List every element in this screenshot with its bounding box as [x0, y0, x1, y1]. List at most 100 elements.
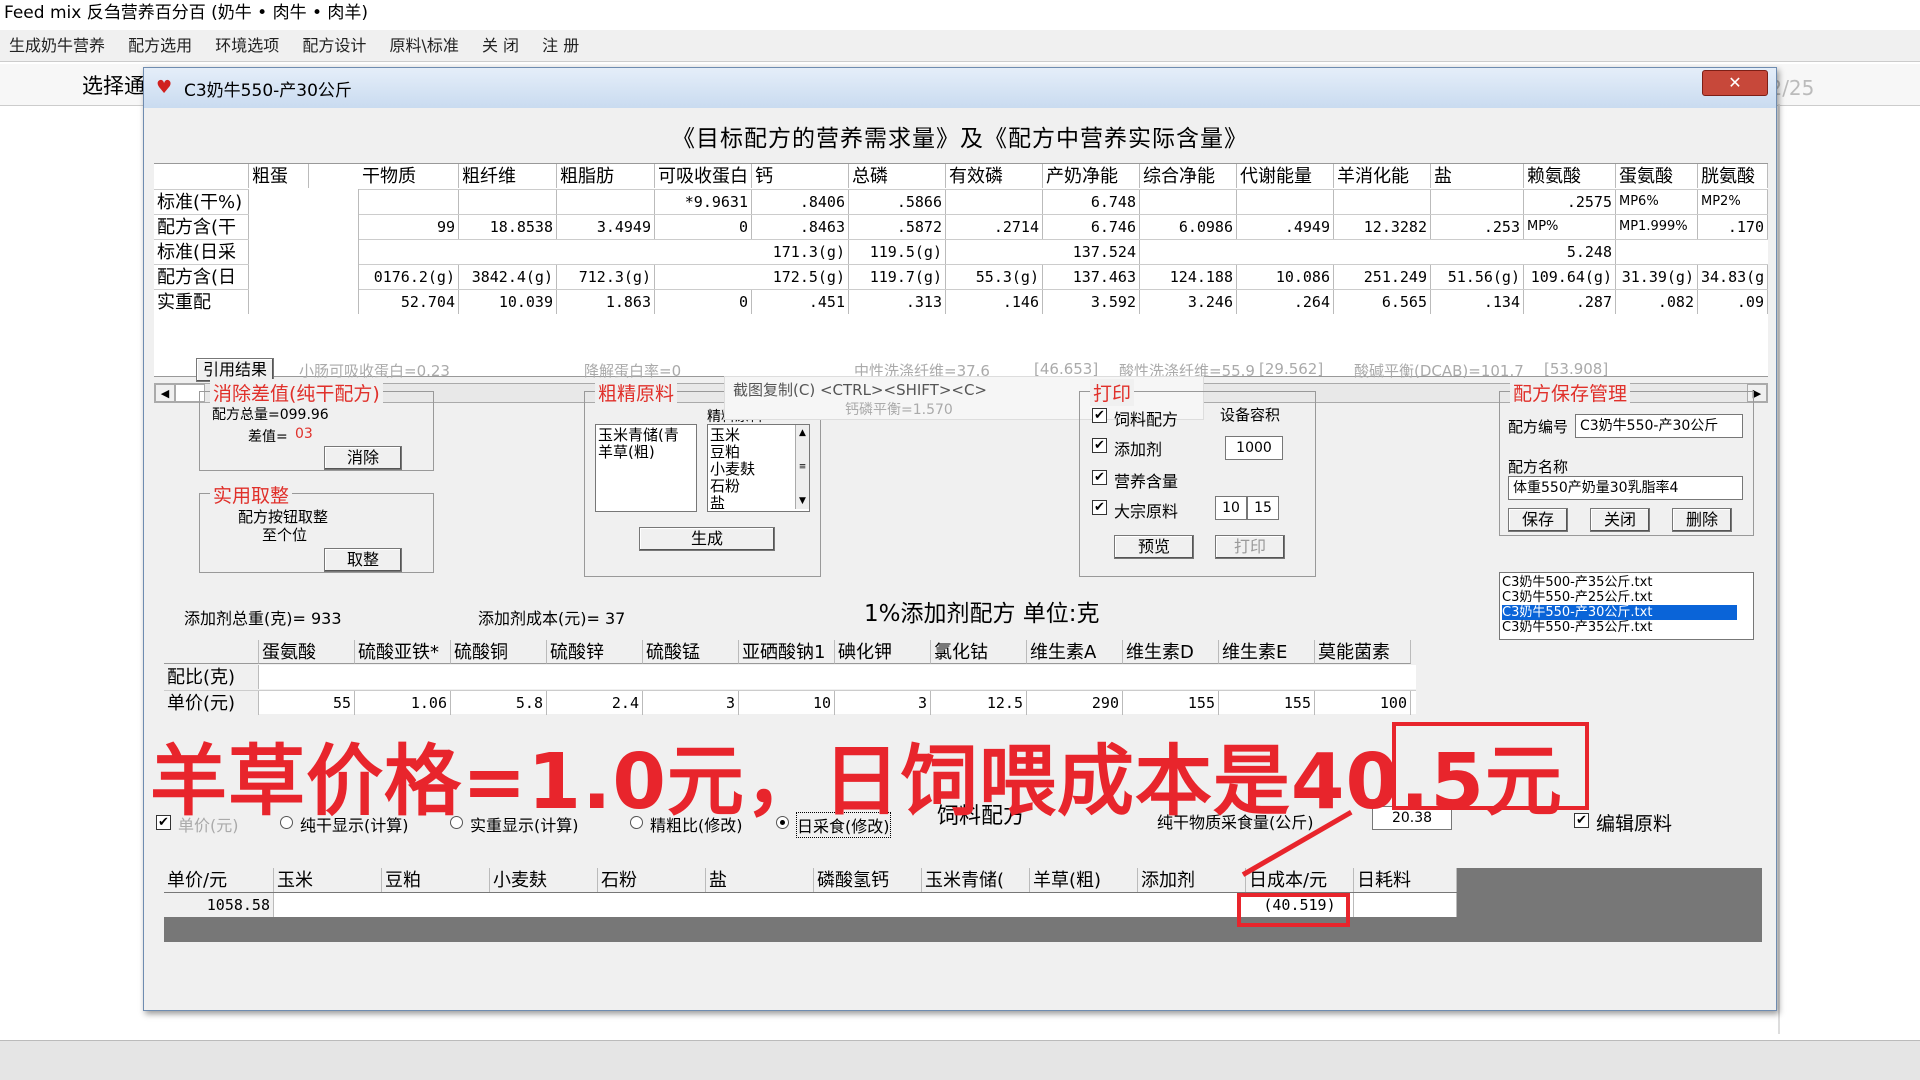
- price-cell[interactable]: 5.8: [451, 691, 547, 715]
- grid-cell[interactable]: 12.3282: [1334, 215, 1431, 239]
- grid-cell[interactable]: 0: [655, 290, 752, 314]
- grid-cell[interactable]: 52.704: [359, 290, 459, 314]
- price-cell[interactable]: 2.4: [547, 691, 643, 715]
- menu-register[interactable]: 注 册: [542, 30, 579, 62]
- round-button[interactable]: 取整: [324, 548, 402, 572]
- grid-cell[interactable]: MP2%: [1698, 190, 1768, 214]
- menu-formula-design[interactable]: 配方设计: [302, 30, 366, 62]
- coarse-list[interactable]: 玉米青储(青 羊草(粗): [595, 424, 697, 512]
- grid-cell[interactable]: [557, 190, 655, 214]
- grid-cell[interactable]: 712.3(g): [557, 265, 655, 289]
- grid-cell[interactable]: *9.9631: [655, 190, 752, 214]
- list-item[interactable]: C3奶牛550-产35公斤.txt: [1502, 620, 1751, 635]
- grid-cell[interactable]: .170: [1698, 215, 1768, 239]
- grid-cell[interactable]: 119.5(g): [849, 240, 946, 264]
- menu-formula-select[interactable]: 配方选用: [128, 30, 192, 62]
- grid-cell[interactable]: 10.039: [459, 290, 557, 314]
- list-item[interactable]: 石粉: [710, 478, 807, 495]
- grid-cell[interactable]: 137.463: [1043, 265, 1140, 289]
- grid-cell[interactable]: 0: [655, 215, 752, 239]
- list-item[interactable]: 盐: [710, 495, 807, 512]
- grid-cell[interactable]: 31.39(g): [1616, 265, 1698, 289]
- grid-cell[interactable]: 3842.4(g): [459, 265, 557, 289]
- grid-cell[interactable]: 51.56(g): [1431, 265, 1524, 289]
- grid-cell[interactable]: 0176.2(g): [359, 265, 459, 289]
- delete-button[interactable]: 删除: [1672, 508, 1732, 532]
- grid-cell[interactable]: 172.5(g): [752, 265, 849, 289]
- list-scrollbar[interactable]: ▲ ≡ ▼: [795, 425, 809, 509]
- formula-name-field[interactable]: 体重550产奶量30乳脂率4: [1508, 476, 1743, 500]
- grid-cell[interactable]: 6.565: [1334, 290, 1431, 314]
- list-item[interactable]: 羊草(粗): [598, 444, 694, 461]
- grid-cell[interactable]: [1431, 190, 1524, 214]
- print-n1-field[interactable]: 10: [1215, 496, 1247, 520]
- grid-cell[interactable]: [946, 190, 1043, 214]
- feed-cell[interactable]: [1354, 893, 1457, 917]
- grid-cell[interactable]: .8406: [752, 190, 849, 214]
- menu-generate[interactable]: 生成奶牛营养: [9, 30, 105, 62]
- grid-cell[interactable]: .134: [1431, 290, 1524, 314]
- grid-cell[interactable]: .5866: [849, 190, 946, 214]
- list-item[interactable]: 玉米: [710, 427, 807, 444]
- close-button[interactable]: ✕: [1702, 70, 1768, 96]
- menu-env-options[interactable]: 环境选项: [215, 30, 279, 62]
- scroll-left-icon[interactable]: ◀: [155, 384, 175, 402]
- grid-cell[interactable]: [359, 190, 459, 214]
- grid-cell[interactable]: .5872: [849, 215, 946, 239]
- price-cell[interactable]: 12.5: [931, 691, 1027, 715]
- grid-cell[interactable]: 6.746: [1043, 215, 1140, 239]
- grid-cell[interactable]: [1140, 190, 1237, 214]
- formula-no-field[interactable]: C3奶牛550-产30公斤: [1575, 414, 1743, 438]
- list-item[interactable]: 玉米青储(青: [598, 427, 694, 444]
- print-n2-field[interactable]: 15: [1247, 496, 1279, 520]
- list-item[interactable]: C3奶牛550-产25公斤.txt: [1502, 590, 1751, 605]
- grid-cell[interactable]: MP6%: [1616, 190, 1698, 214]
- grid-cell[interactable]: 34.83(g: [1698, 265, 1768, 289]
- grid-cell[interactable]: .264: [1237, 290, 1334, 314]
- save-button[interactable]: 保存: [1508, 508, 1568, 532]
- grid-cell[interactable]: 5.248: [1524, 240, 1616, 264]
- price-cell[interactable]: 1.06: [355, 691, 451, 715]
- grid-cell[interactable]: .313: [849, 290, 946, 314]
- feed-cell[interactable]: 1058.58: [164, 893, 274, 917]
- list-item[interactable]: 豆粕: [710, 444, 807, 461]
- formula-file-list[interactable]: C3奶牛500-产35公斤.txt C3奶牛550-产25公斤.txt C3奶牛…: [1499, 572, 1754, 640]
- price-cell[interactable]: 3: [643, 691, 739, 715]
- grid-cell[interactable]: .4949: [1237, 215, 1334, 239]
- menu-raw-standard[interactable]: 原料\标准: [389, 30, 458, 62]
- grid-cell[interactable]: .09: [1698, 290, 1768, 314]
- grid-cell[interactable]: .082: [1616, 290, 1698, 314]
- grid-cell[interactable]: 3.592: [1043, 290, 1140, 314]
- grid-cell[interactable]: 3.4949: [557, 215, 655, 239]
- grid-cell[interactable]: 99: [359, 215, 459, 239]
- grid-cell[interactable]: MP1.999%: [1616, 215, 1698, 239]
- grid-cell[interactable]: MP%: [1524, 215, 1616, 239]
- grid-cell[interactable]: [1334, 190, 1431, 214]
- grid-cell[interactable]: 6.748: [1043, 190, 1140, 214]
- grid-cell[interactable]: [459, 190, 557, 214]
- grid-cell[interactable]: 109.64(g): [1524, 265, 1616, 289]
- price-cell[interactable]: 55: [259, 691, 355, 715]
- grid-cell[interactable]: 137.524: [1043, 240, 1140, 264]
- fine-list[interactable]: 玉米 豆粕 小麦麸 石粉 盐 ▲ ≡ ▼: [707, 424, 810, 512]
- price-cell[interactable]: 290: [1027, 691, 1123, 715]
- grid-cell[interactable]: [1237, 190, 1334, 214]
- close-formula-button[interactable]: 关闭: [1590, 508, 1650, 532]
- checkbox-bulk[interactable]: ✔: [1092, 500, 1107, 515]
- grid-cell[interactable]: 1.863: [557, 290, 655, 314]
- grid-cell[interactable]: 18.8538: [459, 215, 557, 239]
- list-item[interactable]: C3奶牛500-产35公斤.txt: [1502, 575, 1751, 590]
- grid-cell[interactable]: 119.7(g): [849, 265, 946, 289]
- checkbox-edit-raw[interactable]: ✔: [1574, 813, 1589, 828]
- grid-cell[interactable]: .451: [752, 290, 849, 314]
- grid-cell[interactable]: 171.3(g): [752, 240, 849, 264]
- grid-cell[interactable]: 251.249: [1334, 265, 1431, 289]
- grid-cell[interactable]: 6.0986: [1140, 215, 1237, 239]
- grid-cell[interactable]: .2714: [946, 215, 1043, 239]
- capacity-field[interactable]: 1000: [1225, 436, 1283, 460]
- grid-cell[interactable]: 55.3(g): [946, 265, 1043, 289]
- price-cell[interactable]: 155: [1123, 691, 1219, 715]
- grid-cell[interactable]: .146: [946, 290, 1043, 314]
- checkbox-feed-formula[interactable]: ✔: [1092, 408, 1107, 423]
- price-cell[interactable]: 3: [835, 691, 931, 715]
